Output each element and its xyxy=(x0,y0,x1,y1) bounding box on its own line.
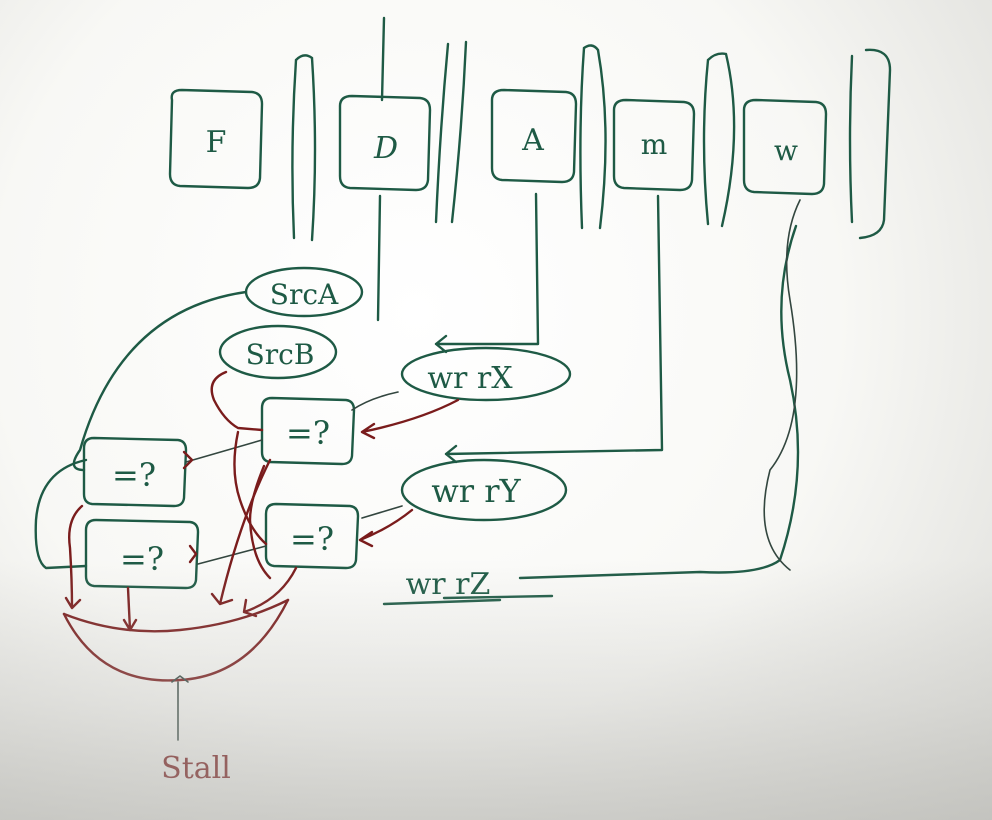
comparator-2: =? xyxy=(264,502,360,570)
wire-m-to-wr-ry xyxy=(444,194,664,464)
wire-comp1-to-comp3 xyxy=(185,439,263,463)
comparator-4-label: =? xyxy=(120,540,164,578)
latch-am xyxy=(579,44,607,230)
stall-output: Stall xyxy=(161,681,231,786)
stage-f-label: F xyxy=(206,125,227,160)
stage-f: F xyxy=(168,88,264,190)
stage-m-label: m xyxy=(641,128,668,161)
decode-vertical-line xyxy=(376,16,386,322)
wr-rx-oval: wr rX xyxy=(400,346,572,402)
wire-src-b-to-comparator-1 xyxy=(210,370,264,432)
comparator-1: =? xyxy=(260,396,356,466)
latch-da xyxy=(434,40,468,224)
wire-wr-rx-faint xyxy=(351,391,399,411)
latch-mw xyxy=(702,52,736,228)
comparator-2-label: =? xyxy=(290,520,334,558)
src-a-label: SrcA xyxy=(270,278,339,311)
wr-rz-label-group: wr rZ xyxy=(382,567,554,606)
stage-a-label: A xyxy=(521,123,544,158)
wire-comparator-3-loop xyxy=(34,458,88,570)
src-b-label: SrcB xyxy=(246,338,315,371)
wire-src-a-to-comparator-3 xyxy=(72,290,248,472)
stage-a: A xyxy=(490,88,578,184)
stage-d-label: D xyxy=(373,131,398,166)
wr-ry-label: wr rY xyxy=(431,472,521,510)
src-a-oval: SrcA xyxy=(244,266,364,318)
arrow-into-comparator-4 xyxy=(188,544,198,564)
wire-comp1-to-or xyxy=(210,458,272,606)
wire-comp4-to-or xyxy=(122,586,138,632)
wire-wr-rx-to-comparator-1 xyxy=(360,398,460,440)
stage-w-label: w xyxy=(774,134,798,167)
or-gate-bottom xyxy=(62,598,290,682)
wire-wr-ry-to-comparator-2 xyxy=(358,508,414,548)
stage-d: D xyxy=(338,94,432,192)
latch-fd xyxy=(291,54,317,242)
latch-w-end xyxy=(848,48,892,240)
wire-comp3-to-or xyxy=(64,504,84,610)
stage-m: m xyxy=(612,98,696,192)
wire-w-faint xyxy=(763,199,801,571)
pipeline-latches xyxy=(291,16,892,322)
wire-wr-ry-faint xyxy=(361,505,403,519)
comparator-4: =? xyxy=(84,518,200,590)
src-b-oval: SrcB xyxy=(218,324,338,380)
wr-rx-label: wr rX xyxy=(427,361,513,396)
stall-label: Stall xyxy=(161,751,231,786)
or-gate xyxy=(62,598,290,683)
source-wires xyxy=(34,290,403,570)
stage-w: w xyxy=(742,98,828,196)
pipeline-stall-diagram: F D A m w SrcA SrcB wr rX wr rY wr rZ =?… xyxy=(34,16,892,786)
comparator-1-label: =? xyxy=(286,414,330,452)
comparator-3: =? xyxy=(82,436,188,508)
wr-ry-oval: wr rY xyxy=(400,458,568,522)
whiteboard: F D A m w SrcA SrcB wr rX wr rY wr rZ =?… xyxy=(0,0,992,820)
comparator-3-label: =? xyxy=(112,456,156,494)
